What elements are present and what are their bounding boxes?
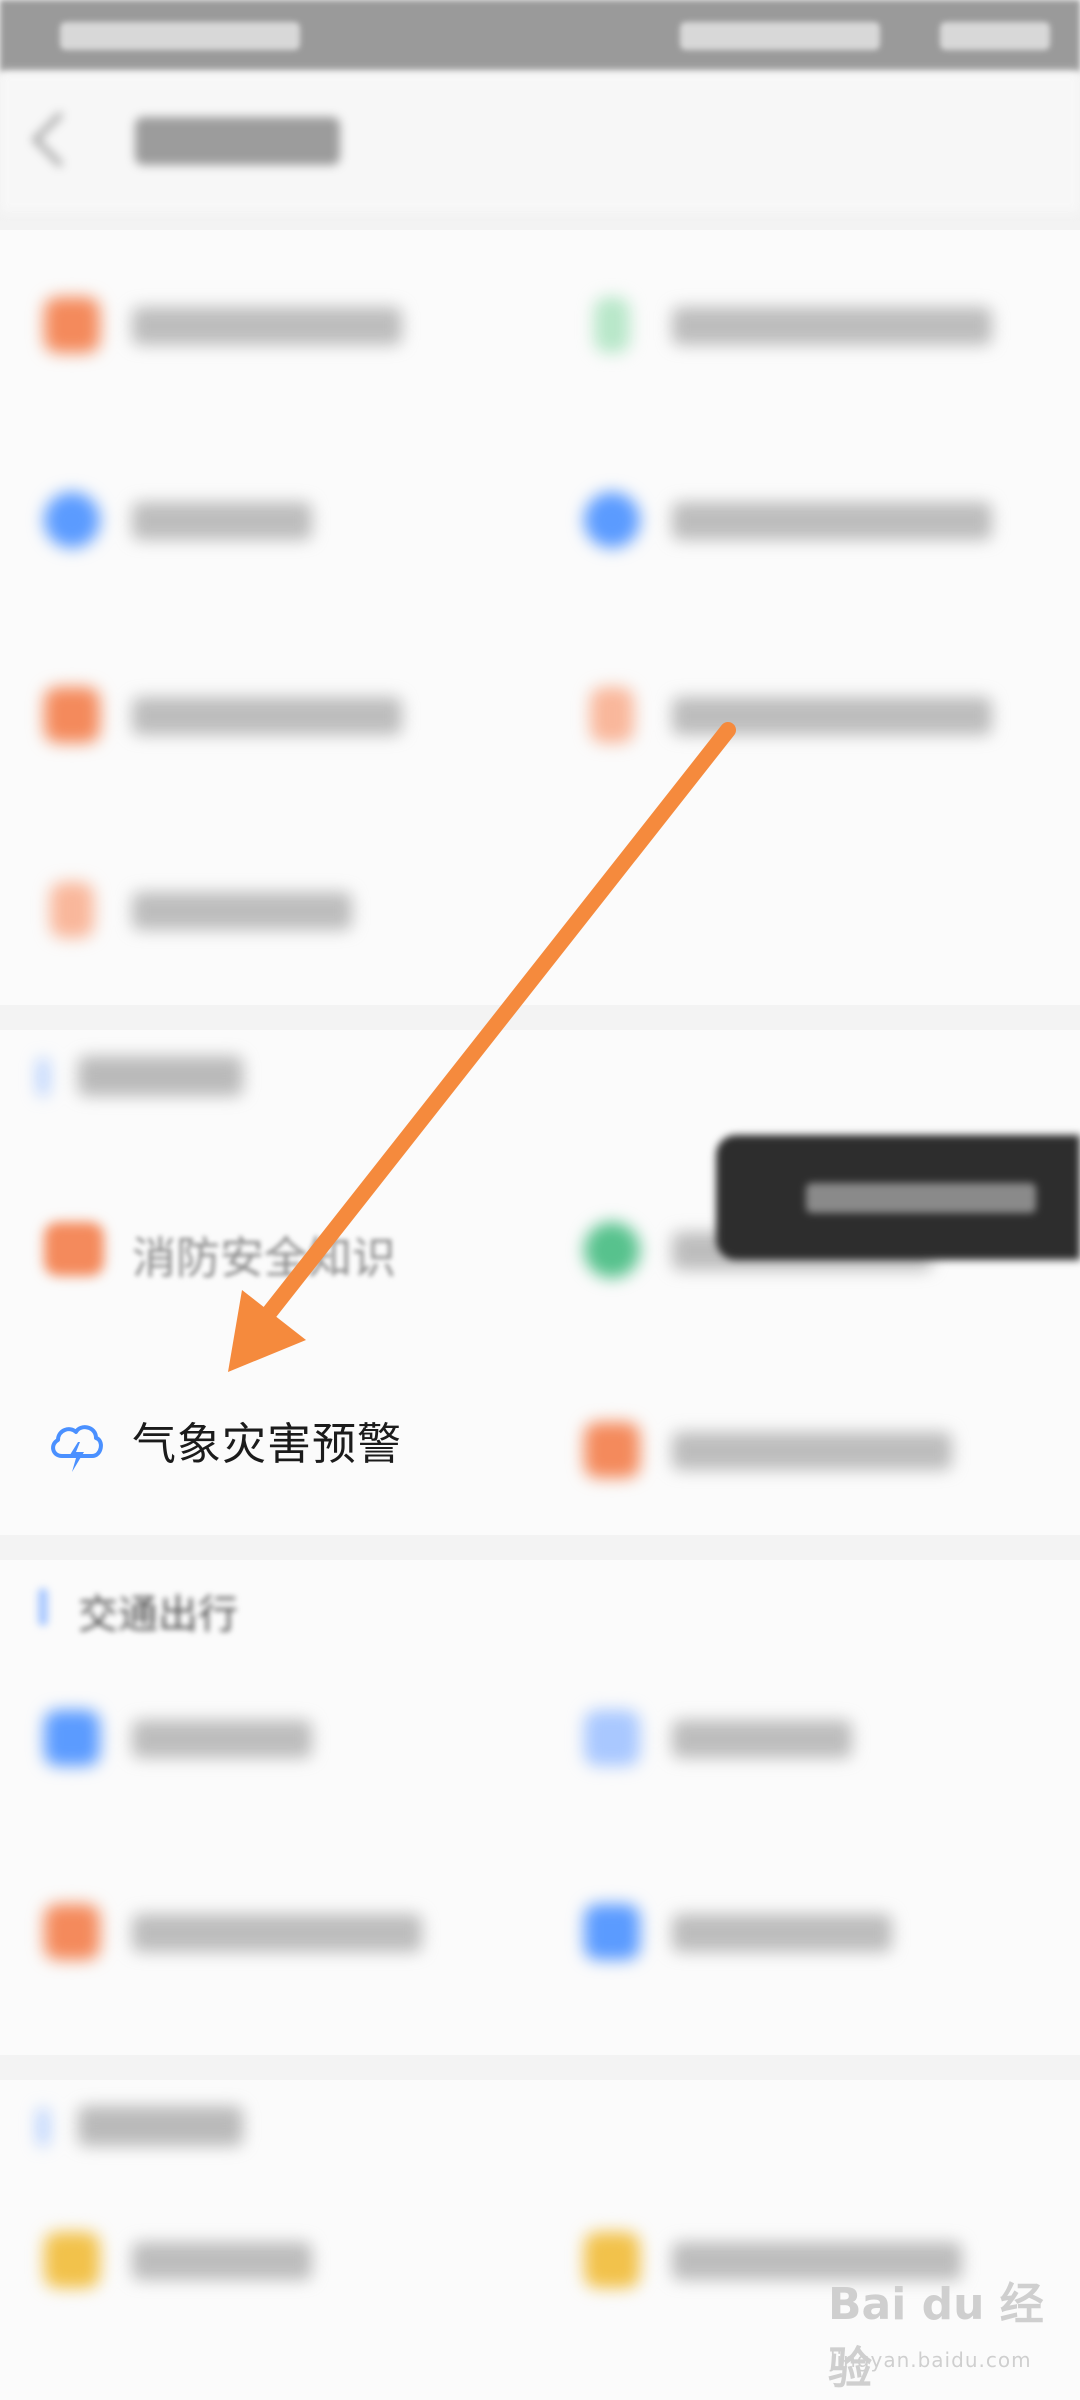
baidu-watermark: Bai du 经验 jingyan.baidu.com xyxy=(828,2268,1068,2394)
annotation-arrow xyxy=(228,722,736,1372)
watermark-brand: Bai du 经验 xyxy=(828,2279,1044,2394)
watermark-url: jingyan.baidu.com xyxy=(830,2348,1032,2372)
